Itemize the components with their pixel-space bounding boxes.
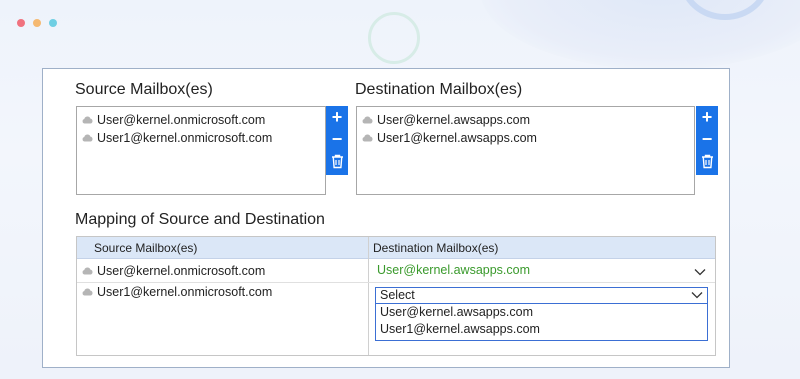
minimize-dot[interactable] <box>33 19 41 27</box>
destination-select-dropdown[interactable]: Select User@kernel.awsapps.com User1@ker… <box>375 287 708 341</box>
mapping-table-header: Source Mailbox(es) Destination Mailbox(e… <box>77 237 715 259</box>
delete-source-button[interactable] <box>326 150 348 172</box>
add-source-button[interactable]: + <box>326 106 348 128</box>
mapping-source-value: User@kernel.onmicrosoft.com <box>97 264 266 278</box>
background-ring <box>368 12 420 64</box>
source-mailbox-item: User@kernel.onmicrosoft.com <box>97 113 266 127</box>
table-row-source: User1@kernel.onmicrosoft.com <box>82 285 272 299</box>
destination-mailbox-item: User@kernel.awsapps.com <box>377 113 531 127</box>
plus-icon: + <box>331 107 343 127</box>
source-button-group: + − <box>326 106 348 175</box>
remove-source-button[interactable]: − <box>326 128 348 150</box>
column-header-source: Source Mailbox(es) <box>94 241 198 255</box>
dropdown-option[interactable]: User@kernel.awsapps.com <box>376 304 707 321</box>
column-header-destination: Destination Mailbox(es) <box>373 241 499 255</box>
chevron-down-icon[interactable] <box>694 268 706 276</box>
list-item[interactable]: User@kernel.awsapps.com <box>357 111 694 129</box>
destination-button-group: + − <box>696 106 718 175</box>
trash-icon <box>701 154 713 168</box>
cloud-icon <box>362 134 373 142</box>
minus-icon: − <box>331 129 343 149</box>
cloud-icon <box>82 116 93 124</box>
destination-mailbox-item: User1@kernel.awsapps.com <box>377 131 537 145</box>
mapping-destination-value: User@kernel.awsapps.com <box>377 263 531 277</box>
source-mailbox-title: Source Mailbox(es) <box>75 81 213 98</box>
row-divider <box>77 282 715 283</box>
delete-destination-button[interactable] <box>696 150 718 172</box>
select-value: Select <box>380 288 415 302</box>
destination-mailbox-title: Destination Mailbox(es) <box>355 81 523 98</box>
plus-icon: + <box>701 107 713 127</box>
trash-icon <box>331 154 343 168</box>
chevron-down-icon[interactable] <box>691 291 703 299</box>
mapping-title: Mapping of Source and Destination <box>75 211 325 228</box>
list-item[interactable]: User1@kernel.awsapps.com <box>357 129 694 147</box>
maximize-dot[interactable] <box>49 19 57 27</box>
mapping-source-value: User1@kernel.onmicrosoft.com <box>97 285 273 299</box>
column-divider <box>368 237 369 355</box>
destination-mailbox-list[interactable]: User@kernel.awsapps.com User1@kernel.aws… <box>356 106 695 195</box>
cloud-icon <box>82 267 93 275</box>
cloud-icon <box>82 134 93 142</box>
close-dot[interactable] <box>17 19 25 27</box>
window-controls <box>17 19 57 27</box>
dropdown-option[interactable]: User1@kernel.awsapps.com <box>376 321 707 338</box>
mapping-destination-dropdown[interactable]: User@kernel.awsapps.com <box>377 263 530 277</box>
list-item[interactable]: User@kernel.onmicrosoft.com <box>77 111 325 129</box>
cloud-icon <box>362 116 373 124</box>
list-item[interactable]: User1@kernel.onmicrosoft.com <box>77 129 325 147</box>
source-mailbox-list[interactable]: User@kernel.onmicrosoft.com User1@kernel… <box>76 106 326 195</box>
minus-icon: − <box>701 129 713 149</box>
add-destination-button[interactable]: + <box>696 106 718 128</box>
table-row-source: User@kernel.onmicrosoft.com <box>82 264 265 278</box>
remove-destination-button[interactable]: − <box>696 128 718 150</box>
select-current[interactable]: Select <box>376 288 707 304</box>
cloud-icon <box>82 288 93 296</box>
source-mailbox-item: User1@kernel.onmicrosoft.com <box>97 131 273 145</box>
